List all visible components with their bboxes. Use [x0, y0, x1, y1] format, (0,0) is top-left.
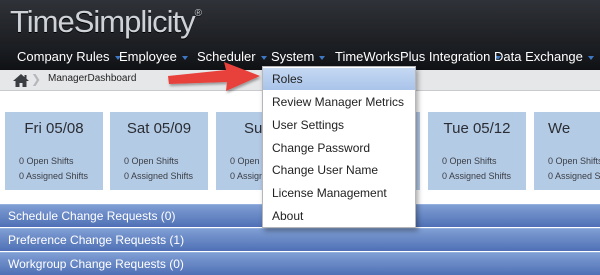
preference-change-requests-bar[interactable]: Preference Change Requests (1)	[0, 228, 600, 251]
menu-item-label: About	[272, 209, 304, 223]
menu-item-roles[interactable]: Roles	[263, 68, 415, 90]
menu-item-change-user-name[interactable]: Change User Name	[263, 159, 415, 181]
menu-item-label: User Settings	[272, 118, 345, 132]
breadcrumb-item-manager-dashboard[interactable]: ManagerDashboard	[48, 73, 136, 84]
assigned-shifts-count: 0 Assigned Shifts	[124, 171, 194, 181]
system-dropdown-menu: Roles Review Manager Metrics User Settin…	[262, 66, 416, 228]
nav-company-rules[interactable]: Company Rules	[17, 44, 121, 70]
day-card-date: Sat 05/09	[126, 120, 192, 137]
day-card-date: Fri 05/08	[24, 120, 84, 137]
open-shifts-count: 0 Open Shifts	[19, 156, 74, 166]
logo-text: TimeSimplicity	[10, 4, 196, 39]
caret-down-icon	[587, 55, 594, 60]
nav-label: TimeWorksPlus Integration	[335, 49, 491, 64]
menu-item-review-manager-metrics[interactable]: Review Manager Metrics	[263, 91, 415, 113]
menu-item-label: Review Manager Metrics	[272, 95, 405, 109]
assigned-shifts-count: 0 Assigned Shifts	[442, 171, 512, 181]
open-shifts-count: 0 Open Shifts	[442, 156, 497, 166]
home-icon[interactable]	[10, 71, 32, 89]
day-card-date: Tue 05/12	[443, 120, 511, 137]
nav-label: System	[271, 49, 315, 64]
menu-item-license-management[interactable]: License Management	[263, 182, 415, 204]
assigned-shifts-count: 0 Assigned Shifts	[548, 171, 600, 181]
open-shifts-count: 0 Open Shifts	[548, 156, 600, 166]
menu-item-about[interactable]: About	[263, 205, 415, 227]
chevron-right-icon: ❯	[31, 72, 42, 86]
bar-label: Preference Change Requests (1)	[8, 233, 185, 247]
nav-label: Company Rules	[17, 49, 110, 64]
app-logo: TimeSimplicity®	[10, 4, 202, 40]
menu-item-change-password[interactable]: Change Password	[263, 137, 415, 159]
menu-item-label: Change Password	[272, 141, 371, 155]
nav-label: Data Exchange	[494, 49, 583, 64]
menu-item-label: Roles	[272, 72, 303, 86]
caret-down-icon	[319, 55, 326, 60]
red-arrow-icon	[168, 62, 260, 91]
bar-label: Schedule Change Requests (0)	[8, 209, 176, 223]
day-card[interactable]: We 0 Open Shifts 0 Assigned Shifts	[534, 112, 600, 190]
menu-item-label: License Management	[272, 186, 387, 200]
nav-data-exchange[interactable]: Data Exchange	[494, 44, 594, 70]
menu-item-user-settings[interactable]: User Settings	[263, 114, 415, 136]
caret-down-icon	[181, 55, 188, 60]
day-card[interactable]: Fri 05/08 0 Open Shifts 0 Assigned Shift…	[5, 112, 103, 190]
open-shifts-count: 0 Open Shifts	[124, 156, 179, 166]
day-card-date: We	[548, 120, 571, 137]
caret-down-icon	[260, 55, 267, 60]
day-card[interactable]: Tue 05/12 0 Open Shifts 0 Assigned Shift…	[428, 112, 526, 190]
day-card[interactable]: Sat 05/09 0 Open Shifts 0 Assigned Shift…	[110, 112, 208, 190]
app-header: TimeSimplicity®	[0, 0, 600, 44]
assigned-shifts-count: 0 Assigned Shifts	[19, 171, 89, 181]
menu-item-label: Change User Name	[272, 163, 379, 177]
logo-registered-mark: ®	[194, 8, 202, 19]
bar-label: Workgroup Change Requests (0)	[8, 257, 184, 271]
